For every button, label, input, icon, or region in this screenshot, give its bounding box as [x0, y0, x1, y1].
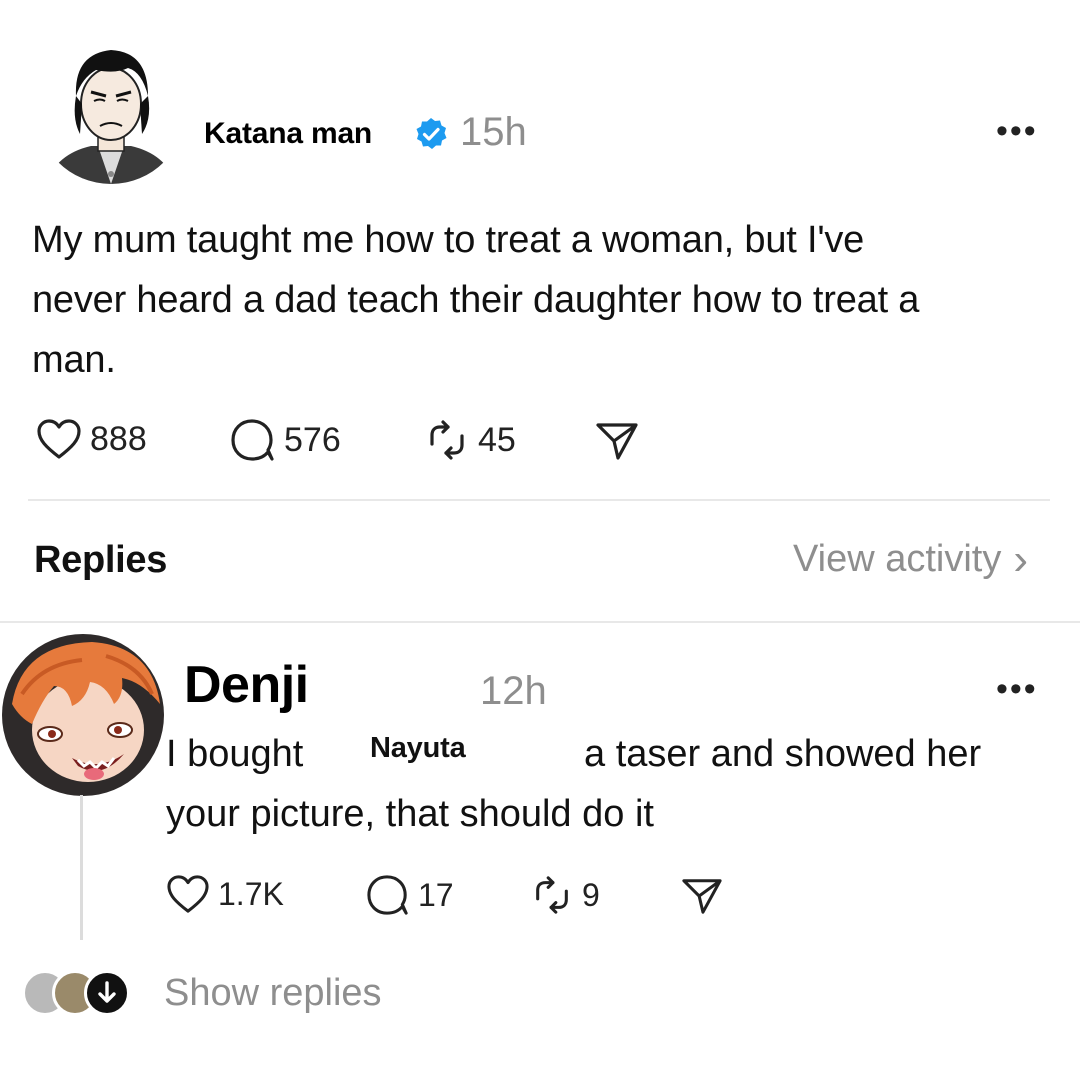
- arrow-down-icon: [84, 970, 130, 1016]
- more-icon[interactable]: •••: [996, 670, 1038, 709]
- repost-icon: [536, 876, 568, 914]
- like-count: 888: [90, 419, 147, 458]
- comment-button[interactable]: 576: [230, 418, 341, 462]
- share-icon[interactable]: [680, 876, 724, 921]
- reply-text-line: your picture, that should do it: [166, 793, 654, 835]
- replies-heading: Replies: [34, 539, 168, 581]
- view-activity-label: View activity: [792, 538, 1002, 580]
- heart-icon: [37, 419, 81, 459]
- comment-button[interactable]: 17: [366, 874, 454, 916]
- avatar-illustration: [36, 34, 186, 184]
- overlay-name-label: Nayuta: [370, 732, 466, 764]
- post-time: 15h: [460, 110, 527, 154]
- reply-author-name[interactable]: Denji: [184, 655, 309, 715]
- show-replies-link[interactable]: Show replies: [164, 972, 382, 1015]
- author-avatar[interactable]: [36, 34, 186, 184]
- repost-icon: [430, 420, 464, 460]
- repost-button[interactable]: 9: [530, 874, 600, 916]
- more-icon[interactable]: •••: [996, 112, 1038, 151]
- heart-icon: [167, 875, 209, 913]
- chevron-right-icon: ›: [1013, 534, 1028, 584]
- repost-count: 45: [478, 420, 516, 459]
- like-button[interactable]: 888: [36, 418, 147, 460]
- reply-text-part: I bought: [166, 733, 304, 775]
- comment-icon: [367, 875, 408, 915]
- comment-count: 17: [418, 876, 454, 913]
- author-name[interactable]: Katana man: [204, 117, 372, 151]
- thread-line: [80, 795, 83, 940]
- divider: [28, 499, 1050, 501]
- reply-avatars-stack[interactable]: [22, 970, 142, 1018]
- avatar-illustration: [2, 634, 164, 796]
- post-text-line: My mum taught me how to treat a woman, b…: [32, 219, 865, 261]
- comment-count: 576: [284, 420, 341, 459]
- reply-text: I bought Nayuta a taser and showed her y…: [166, 724, 1066, 844]
- like-button[interactable]: 1.7K: [166, 874, 284, 914]
- divider: [0, 621, 1080, 623]
- reply-text-line: I bought Nayuta a taser and showed her: [166, 724, 1066, 784]
- comment-icon: [231, 419, 274, 461]
- verified-badge-icon: [414, 117, 448, 151]
- reply-time: 12h: [480, 669, 547, 713]
- repost-count: 9: [582, 876, 600, 913]
- repost-button[interactable]: 45: [424, 418, 516, 462]
- post-text-line: never heard a dad teach their daughter h…: [32, 279, 920, 321]
- reply-avatar[interactable]: [2, 634, 164, 796]
- post-text: My mum taught me how to treat a woman, b…: [32, 210, 1062, 390]
- reply-text-part: a taser and showed her: [584, 733, 982, 775]
- post-text-line: man.: [32, 339, 116, 381]
- view-activity-link[interactable]: View activity ›: [792, 534, 1028, 584]
- share-icon[interactable]: [594, 420, 640, 467]
- like-count: 1.7K: [218, 875, 284, 912]
